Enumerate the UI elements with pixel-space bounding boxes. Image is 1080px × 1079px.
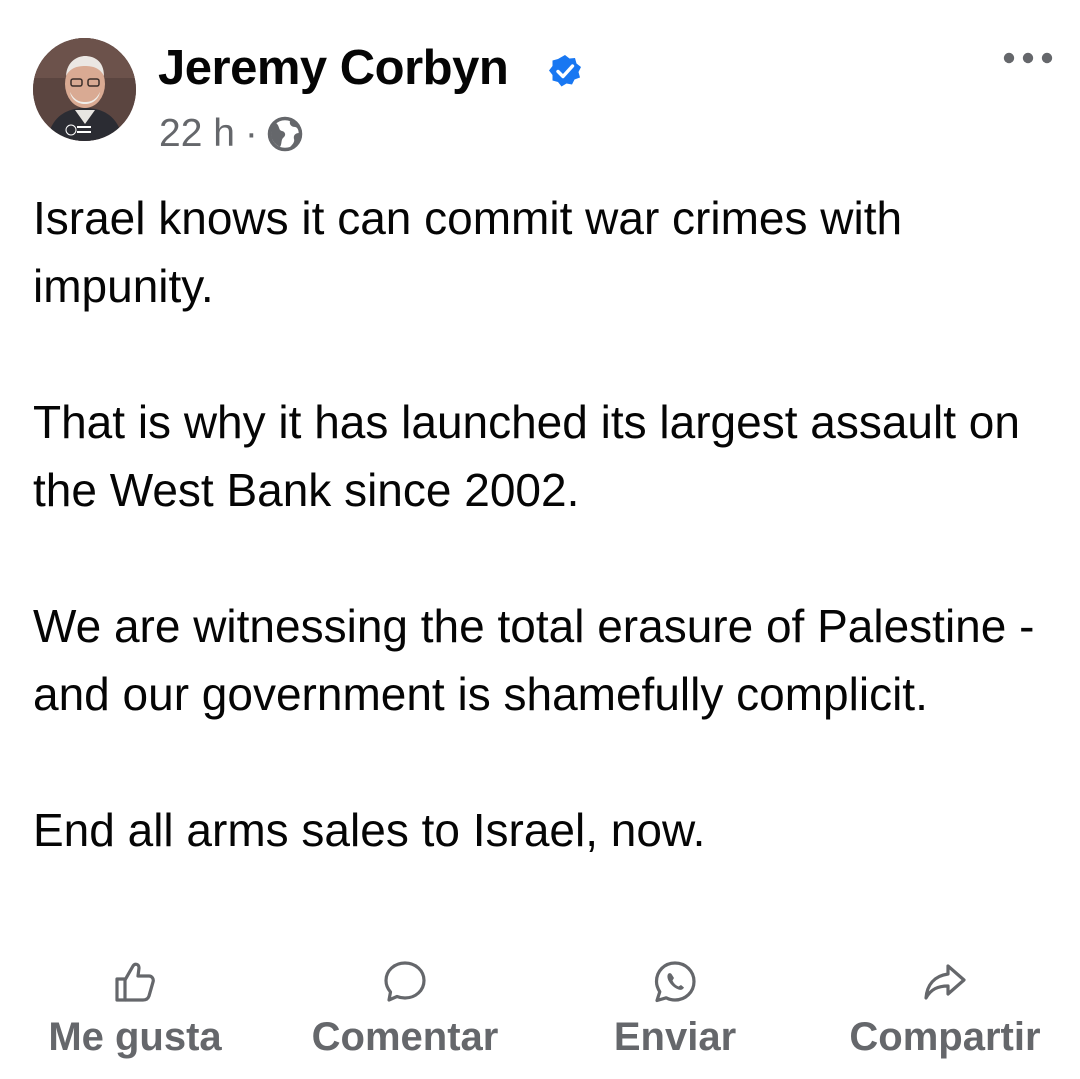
share-button[interactable]: Compartir: [835, 958, 1055, 1062]
comment-button[interactable]: Comentar: [300, 958, 510, 1062]
author-avatar[interactable]: [33, 38, 136, 141]
post-action-bar: Me gusta Comentar Enviar Compartir: [0, 958, 1080, 1068]
verified-badge-icon: [549, 55, 581, 87]
avatar-photo: [33, 38, 136, 141]
like-label: Me gusta: [48, 1015, 222, 1059]
post-meta: 22 h ·: [159, 108, 304, 160]
post-body: Israel knows it can commit war crimes wi…: [33, 184, 1043, 864]
comment-bubble-icon: [384, 961, 426, 1002]
post-paragraph: End all arms sales to Israel, now.: [33, 804, 706, 856]
like-button[interactable]: Me gusta: [40, 958, 230, 1062]
more-options-button[interactable]: [1000, 42, 1056, 74]
comment-label: Comentar: [311, 1015, 499, 1059]
thumbs-up-icon: [115, 962, 155, 1002]
author-name[interactable]: Jeremy Corbyn: [158, 38, 509, 98]
share-label: Compartir: [849, 1015, 1041, 1059]
send-label: Enviar: [613, 1015, 737, 1059]
whatsapp-icon: [654, 961, 696, 1003]
globe-icon: [267, 116, 303, 152]
send-button[interactable]: Enviar: [600, 958, 750, 1062]
post-paragraph: Israel knows it can commit war crimes wi…: [33, 192, 903, 312]
post-paragraph: That is why it has launched its largest …: [33, 396, 1020, 516]
post-timestamp[interactable]: 22 h: [159, 112, 235, 156]
post-paragraph: We are witnessing the total erasure of P…: [33, 600, 1035, 720]
share-arrow-icon: [924, 964, 966, 1000]
more-options-icon: [1003, 52, 1053, 64]
meta-separator: ·: [244, 112, 258, 155]
